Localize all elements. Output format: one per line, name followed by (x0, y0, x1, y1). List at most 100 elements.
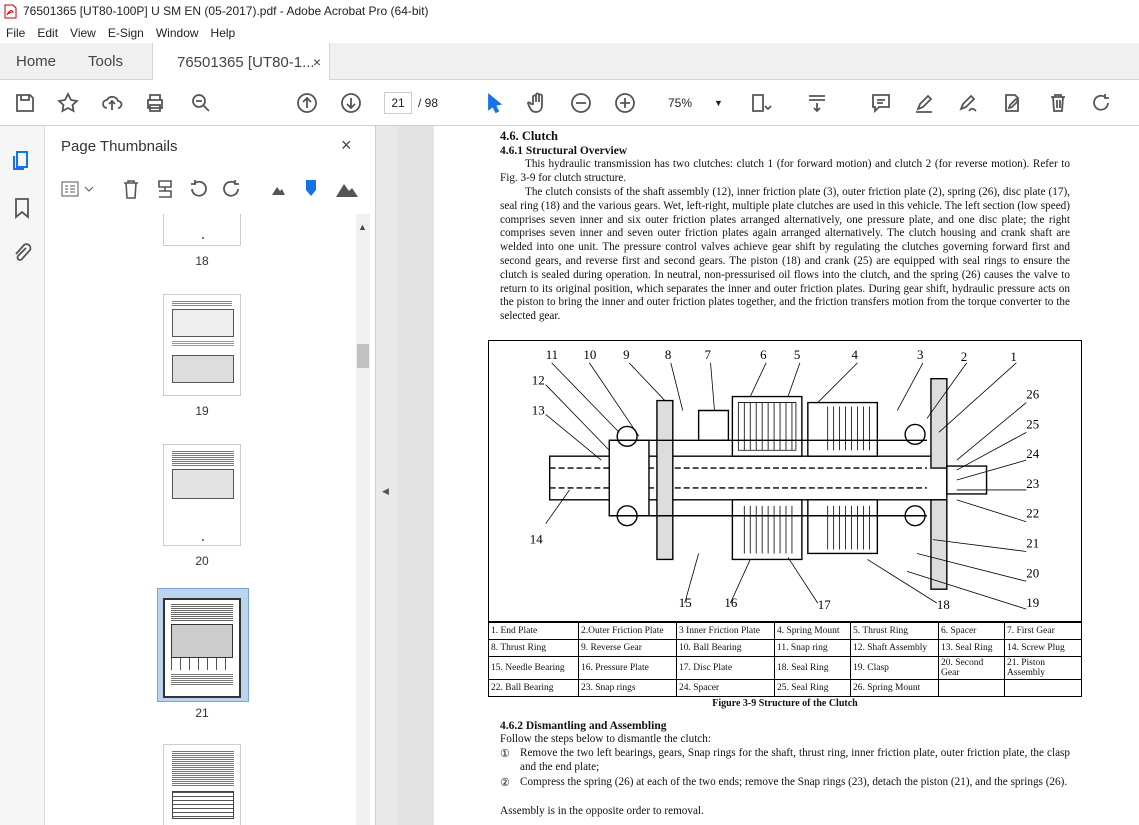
tab-document[interactable]: 76501365 [UT80-1... × (152, 43, 330, 81)
next-page-icon[interactable] (338, 90, 364, 116)
panel-splitter[interactable]: ◀ (375, 126, 397, 825)
delete-icon[interactable] (1045, 90, 1071, 116)
panel-close-icon[interactable]: × (341, 135, 352, 156)
left-nav-rail (0, 126, 45, 825)
select-cursor-icon[interactable] (481, 90, 507, 116)
rotate-icon[interactable] (1088, 90, 1114, 116)
callout-7: 7 (705, 348, 712, 362)
callout-4: 4 (852, 348, 859, 362)
legend-cell: 22. Ball Bearing (488, 679, 579, 697)
thumbnail-large-icon[interactable] (335, 180, 359, 198)
document-viewer[interactable]: 4.6. Clutch 4.6.1 Structural Overview Th… (397, 126, 1139, 825)
extract-pages-icon[interactable] (155, 178, 175, 200)
collapse-panel-icon[interactable]: ◀ (382, 486, 389, 497)
menu-edit[interactable]: Edit (31, 26, 64, 40)
print-icon[interactable] (142, 90, 168, 116)
title-bar: 76501365 [UT80-100P] U SM EN (05-2017).p… (0, 0, 1139, 22)
legend-cell: 23. Snap rings (578, 679, 677, 697)
callout-10: 10 (583, 348, 596, 362)
callout-6: 6 (760, 348, 767, 362)
subsection-heading: 4.6.1 Structural Overview (500, 145, 628, 157)
zoom-select[interactable]: 75% ▼ (658, 92, 728, 114)
thumbnail-small-icon[interactable] (271, 184, 285, 196)
legend-cell: 1. End Plate (488, 622, 579, 640)
tab-document-label: 76501365 [UT80-1... (177, 53, 315, 71)
thumbnail-page-20[interactable] (163, 444, 241, 546)
table-row: 8. Thrust Ring 9. Reverse Gear 10. Ball … (488, 639, 1082, 657)
highlight-pen-icon[interactable] (911, 90, 937, 116)
zoom-search-icon[interactable] (188, 90, 214, 116)
callout-18: 18 (937, 598, 950, 612)
callout-5: 5 (794, 348, 800, 362)
thumbnail-page-18[interactable] (163, 214, 241, 246)
legend-cell: 26. Spring Mount (850, 679, 939, 697)
legend-cell: 3 Inner Friction Plate (676, 622, 775, 640)
legend-cell: 5. Thrust Ring (850, 622, 939, 640)
step-1-text: Remove the two left bearings, gears, Sna… (520, 747, 1070, 773)
rotate-ccw-icon[interactable] (187, 178, 209, 200)
zoom-in-icon[interactable] (612, 90, 638, 116)
paragraph-1: This hydraulic transmission has two clut… (500, 158, 1070, 184)
scroll-mode-icon[interactable] (804, 90, 830, 116)
menu-help[interactable]: Help (205, 26, 242, 40)
thumbnail-list: 18 19 20 21 (45, 214, 357, 825)
legend-cell: 13. Seal Ring (938, 639, 1005, 657)
delete-pages-icon[interactable] (121, 178, 141, 200)
tab-close-icon[interactable]: × (313, 54, 321, 70)
thumbnail-page-19[interactable] (163, 294, 241, 396)
acrobat-pdf-icon (4, 4, 17, 18)
thumbnail-options-icon[interactable] (61, 179, 95, 199)
comment-icon[interactable] (868, 90, 894, 116)
thumbnail-size-slider[interactable] (303, 178, 319, 200)
thumbnail-page-22[interactable] (163, 744, 241, 825)
callout-20: 20 (1026, 566, 1039, 580)
legend-cell: 14. Screw Plug (1004, 639, 1082, 657)
tab-bar: Home Tools 76501365 [UT80-1... × (0, 43, 1139, 81)
sign-icon[interactable] (955, 90, 981, 116)
previous-page-icon[interactable] (294, 90, 320, 116)
subsection-heading-2: 4.6.2 Dismantling and Assembling (500, 720, 667, 732)
paragraph-2: The clutch consists of the shaft assembl… (500, 186, 1070, 323)
callout-8: 8 (665, 348, 671, 362)
page-total: / 98 (418, 96, 439, 110)
zoom-out-icon[interactable] (568, 90, 594, 116)
bookmarks-icon[interactable] (10, 196, 34, 220)
legend-cell: 4. Spring Mount (774, 622, 851, 640)
thumbnail-label-21: 21 (195, 706, 209, 720)
page-number-input[interactable]: 21 (384, 92, 412, 114)
zoom-value: 75% (668, 96, 693, 110)
callout-26: 26 (1026, 388, 1039, 402)
callout-2: 2 (961, 350, 967, 364)
save-icon[interactable] (12, 90, 38, 116)
tab-home[interactable]: Home (16, 43, 56, 80)
callout-13: 13 (532, 403, 545, 417)
menu-window[interactable]: Window (150, 26, 205, 40)
scrollbar-thumb[interactable] (357, 344, 369, 368)
menu-file[interactable]: File (0, 26, 31, 40)
tab-tools[interactable]: Tools (88, 43, 123, 80)
legend-cell: 10. Ball Bearing (676, 639, 775, 657)
legend-cell: 21. Piston Assembly (1004, 656, 1082, 680)
menu-view[interactable]: View (64, 26, 102, 40)
menu-esign[interactable]: E-Sign (102, 26, 150, 40)
callout-23: 23 (1026, 477, 1039, 491)
edit-pdf-icon[interactable] (999, 90, 1025, 116)
page-fit-icon[interactable] (748, 90, 774, 116)
thumbnail-scrollbar[interactable]: ▲ (356, 214, 370, 825)
legend-cell: 8. Thrust Ring (488, 639, 579, 657)
callout-25: 25 (1026, 417, 1039, 431)
scroll-up-icon[interactable]: ▲ (358, 222, 367, 232)
rotate-cw-icon[interactable] (221, 178, 243, 200)
thumbnail-page-21[interactable] (163, 598, 241, 698)
table-row: 22. Ball Bearing 23. Snap rings 24. Spac… (488, 679, 1082, 697)
legend-cell (938, 679, 1005, 697)
chevron-down-icon: ▼ (714, 98, 723, 108)
page-thumbnails-icon[interactable] (10, 148, 34, 172)
hand-tool-icon[interactable] (524, 90, 550, 116)
attachments-icon[interactable] (10, 241, 34, 265)
panel-title: Page Thumbnails (61, 138, 178, 155)
parts-legend-table: 1. End Plate 2.Outer Friction Plate 3 In… (488, 622, 1082, 697)
callout-9: 9 (623, 348, 629, 362)
bookmark-star-icon[interactable] (55, 90, 81, 116)
upload-cloud-icon[interactable] (99, 90, 125, 116)
